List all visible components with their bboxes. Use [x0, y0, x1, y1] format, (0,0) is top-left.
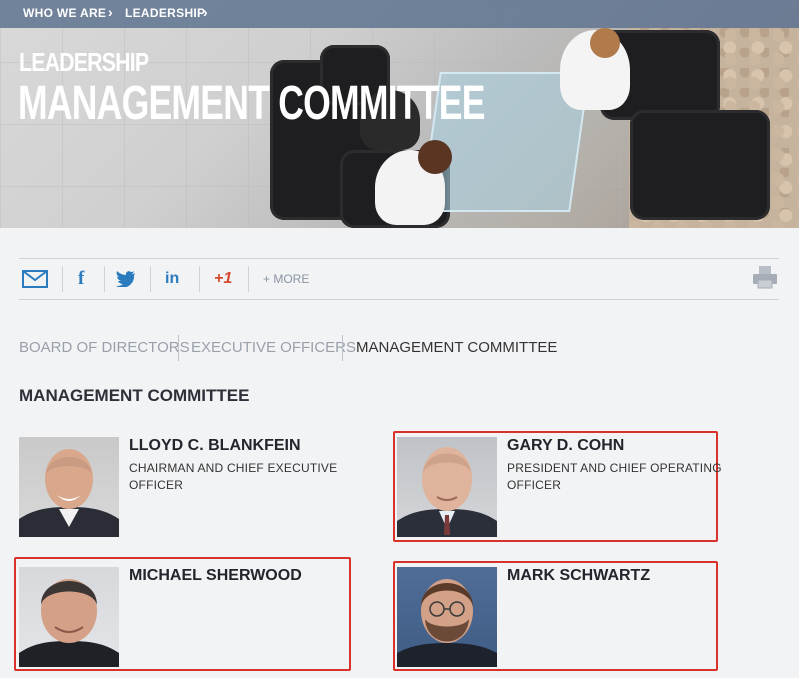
- divider: [150, 266, 151, 292]
- person: [418, 140, 452, 174]
- person-photo[interactable]: [397, 567, 497, 667]
- email-share-button[interactable]: [22, 266, 48, 292]
- person-photo[interactable]: [397, 437, 497, 537]
- hero-banner: WHO WE ARE › LEADERSHIP › LEADERSHIP MAN…: [0, 0, 799, 228]
- tab-board-of-directors[interactable]: BOARD OF DIRECTORS: [19, 339, 190, 356]
- chevron-right-icon: ›: [108, 4, 113, 20]
- person-name[interactable]: LLOYD C. BLANKFEIN: [129, 437, 301, 455]
- print-icon: [753, 266, 777, 289]
- google-plus-icon: +1: [214, 270, 233, 287]
- person-role: PRESIDENT AND CHIEF OPERATING OFFICER: [507, 461, 722, 492]
- divider: [62, 266, 63, 292]
- divider: [178, 335, 179, 361]
- more-share-button[interactable]: + MORE: [263, 272, 309, 286]
- email-icon: [22, 270, 48, 288]
- tab-executive-officers[interactable]: EXECUTIVE OFFICERS: [191, 339, 356, 356]
- divider: [104, 266, 105, 292]
- breadcrumb-link-leadership[interactable]: LEADERSHIP: [125, 6, 205, 20]
- linkedin-share-button[interactable]: in: [165, 266, 179, 292]
- portrait-image: [397, 579, 497, 667]
- person: [590, 28, 620, 58]
- hero-subtitle: LEADERSHIP: [19, 47, 149, 77]
- twitter-icon: [116, 271, 135, 287]
- linkedin-icon: in: [165, 270, 180, 287]
- tab-management-committee[interactable]: MANAGEMENT COMMITTEE: [356, 339, 557, 356]
- google-plus-share-button[interactable]: +1: [214, 266, 232, 292]
- divider: [19, 258, 779, 259]
- breadcrumb: [0, 0, 799, 28]
- facebook-share-button[interactable]: f: [78, 266, 84, 292]
- chevron-right-icon: ›: [203, 4, 208, 20]
- twitter-share-button[interactable]: [116, 266, 136, 292]
- divider: [19, 299, 779, 300]
- divider: [342, 335, 343, 361]
- portrait-image: [19, 449, 119, 537]
- person-name[interactable]: MICHAEL SHERWOOD: [129, 567, 302, 585]
- person-photo[interactable]: [19, 437, 119, 537]
- breadcrumb-link-who-we-are[interactable]: WHO WE ARE: [23, 6, 106, 20]
- chair: [630, 110, 770, 220]
- person-role: CHAIRMAN AND CHIEF EXECUTIVE OFFICER: [129, 461, 338, 492]
- portrait-image: [19, 579, 119, 667]
- person-name[interactable]: GARY D. COHN: [507, 437, 624, 455]
- facebook-icon: f: [78, 268, 85, 289]
- person-photo[interactable]: [19, 567, 119, 667]
- section-title: MANAGEMENT COMMITTEE: [19, 386, 250, 405]
- divider: [248, 266, 249, 292]
- print-button[interactable]: [752, 265, 778, 294]
- portrait-image: [397, 447, 497, 537]
- page-title: MANAGEMENT COMMITTEE: [18, 77, 485, 130]
- divider: [199, 266, 200, 292]
- person-name[interactable]: MARK SCHWARTZ: [507, 567, 650, 585]
